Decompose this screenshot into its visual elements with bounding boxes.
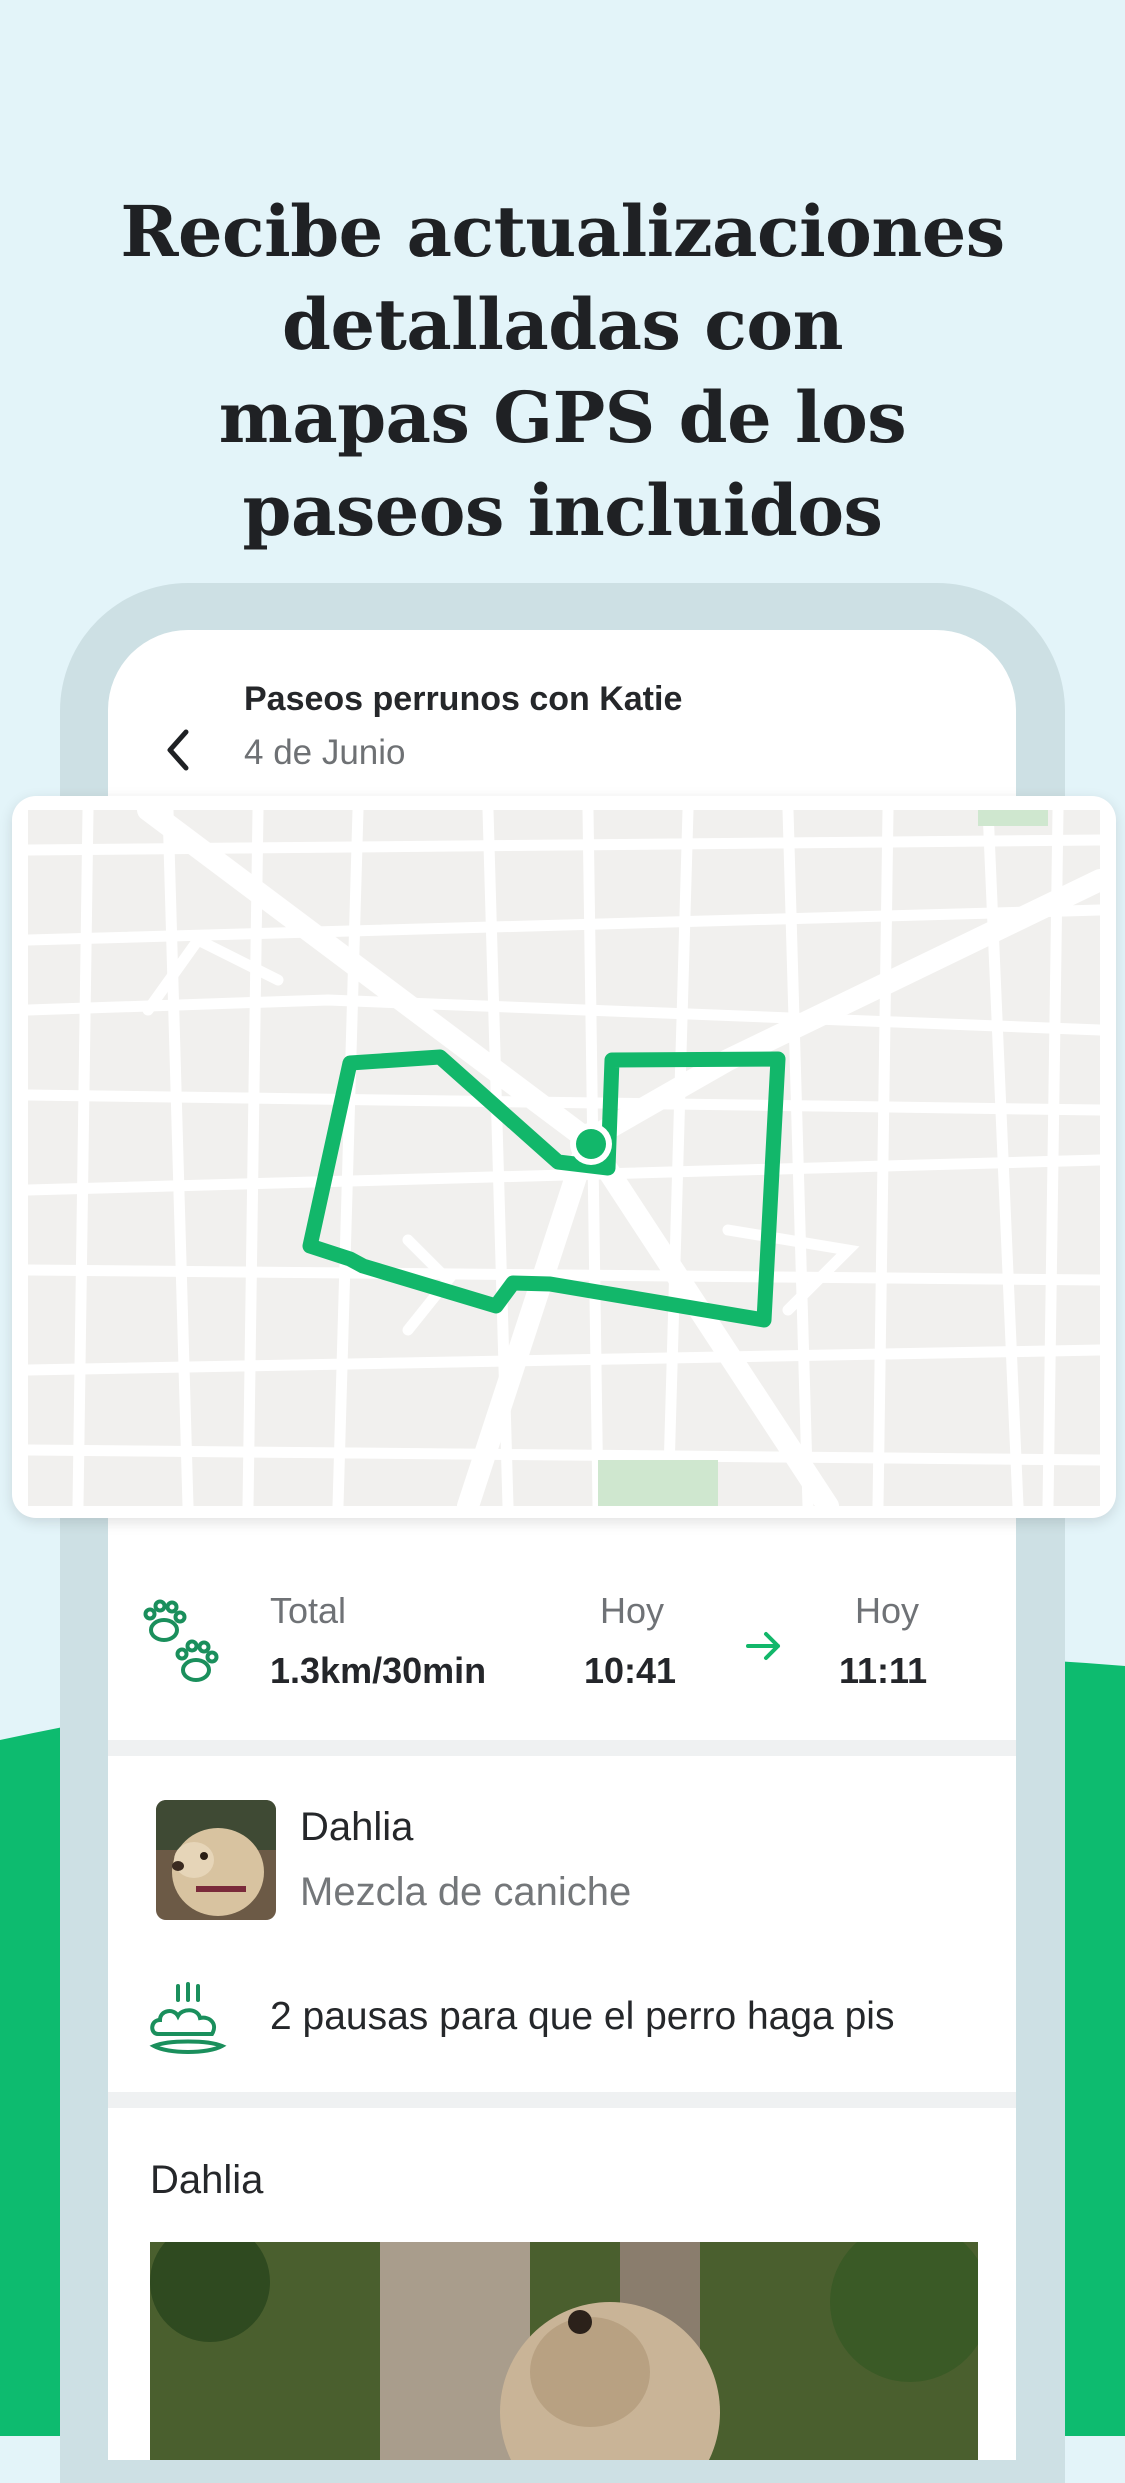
headline-line-3: mapas GPS de los [218,376,907,459]
headline-line-2: detalladas con [282,283,844,366]
chevron-left-icon [167,729,189,771]
headline-line-1: Recibe actualizaciones [120,190,1005,273]
photo-section-title: Dahlia [150,2158,264,2202]
walk-title: Paseos perrunos con Katie [244,680,683,718]
headline: Recibe actualizaciones detalladas con ma… [0,185,1125,557]
arrow-right-icon [746,1632,780,1660]
section-divider [108,1740,1016,1756]
dog-breed: Mezcla de caniche [300,1870,632,1914]
dog-avatar [156,1800,276,1920]
section-divider [108,2092,1016,2108]
walk-stats: Total 1.3km/30min Hoy 10:41 Hoy 11:11 [108,1550,1016,1750]
walk-photo[interactable] [150,2242,978,2460]
route-map-svg [28,810,1100,1506]
end-day-label: Hoy [855,1590,920,1631]
headline-line-4: paseos incluidos [242,469,883,552]
start-day-label: Hoy [600,1590,665,1631]
end-time: 11:11 [839,1650,928,1691]
walk-date: 4 de Junio [244,733,406,772]
start-time: 10:41 [584,1650,677,1691]
total-label: Total [270,1590,347,1631]
route-map[interactable] [12,796,1116,1518]
total-value: 1.3km/30min [270,1650,487,1691]
pee-breaks-text: 2 pausas para que el perro haga pis [270,1995,895,2038]
dog-name: Dahlia [300,1805,414,1849]
pee-break-icon [149,1982,227,2054]
back-button[interactable] [148,715,208,785]
paw-prints-icon [143,1599,219,1682]
